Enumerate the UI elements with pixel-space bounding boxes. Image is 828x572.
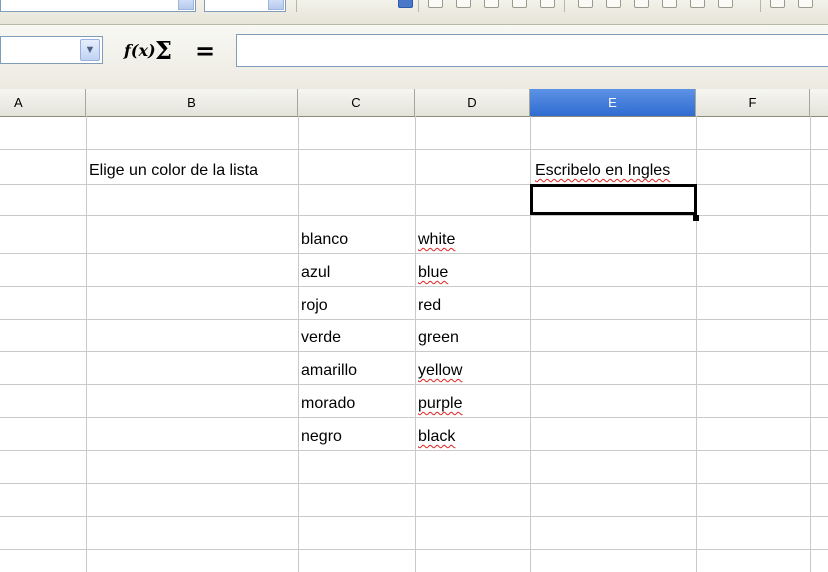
formula-input[interactable] — [236, 34, 828, 67]
grid-line — [0, 384, 828, 385]
equals-glyph: = — [195, 37, 216, 65]
formula-bar: ▼ f(x) Σ = — [0, 25, 828, 90]
function-wizard-glyph: f(x) — [124, 41, 156, 60]
grid-line — [0, 184, 828, 185]
sum-icon[interactable]: Σ — [155, 39, 172, 63]
cell-d6[interactable]: blue — [418, 263, 448, 283]
column-header-e[interactable]: E — [530, 89, 696, 116]
cell-c5[interactable]: blanco — [301, 230, 348, 250]
column-header-b[interactable]: B — [86, 89, 298, 116]
font-size-dropdown-button[interactable] — [268, 0, 284, 10]
font-name-dropdown-button[interactable] — [178, 0, 194, 10]
add-decimal-icon[interactable] — [662, 0, 677, 8]
function-wizard-icon[interactable]: f(x) — [124, 39, 156, 63]
cell-c10[interactable]: morado — [301, 394, 355, 414]
delete-decimal-icon[interactable] — [690, 0, 705, 8]
number-format-icon[interactable] — [634, 0, 649, 8]
grid-line — [0, 149, 828, 150]
indent-icon[interactable] — [718, 0, 733, 8]
fill-handle[interactable] — [693, 215, 699, 221]
column-header-label: D — [467, 95, 477, 110]
chevron-down-icon: ▼ — [84, 44, 96, 56]
column-header-f[interactable]: F — [696, 89, 810, 116]
cell-c11[interactable]: negro — [301, 427, 342, 447]
grid-line — [0, 516, 828, 517]
column-headers: A B C D E F — [0, 89, 828, 117]
column-header-label: F — [748, 95, 757, 110]
grid-line — [0, 286, 828, 287]
toolbar-separator — [296, 0, 297, 12]
cell-c7[interactable]: rojo — [301, 296, 328, 316]
grid-line — [0, 450, 828, 451]
bold-icon[interactable] — [398, 0, 413, 8]
cell-d5[interactable]: white — [418, 230, 455, 250]
font-name-combo[interactable] — [0, 0, 196, 12]
background-color-icon[interactable] — [798, 0, 813, 8]
grid-line — [0, 253, 828, 254]
cell-d8[interactable]: green — [418, 328, 459, 348]
align-center-icon[interactable] — [456, 0, 471, 8]
cell-c9[interactable]: amarillo — [301, 361, 357, 381]
percent-icon[interactable] — [606, 0, 621, 8]
cell-b3[interactable]: Elige un color de la lista — [89, 161, 258, 181]
align-left-icon[interactable] — [428, 0, 443, 8]
column-header-a[interactable]: A — [0, 89, 86, 116]
cell-d10[interactable]: purple — [418, 394, 462, 414]
column-header-d[interactable]: D — [415, 89, 530, 116]
grid-line — [0, 549, 828, 550]
spreadsheet-grid: A B C D E F Elige un color de la lista E… — [0, 89, 828, 572]
cell-e4-selected[interactable] — [530, 184, 697, 215]
cell-d7[interactable]: red — [418, 296, 441, 316]
column-header-label: A — [14, 95, 23, 110]
grid-line — [0, 215, 828, 216]
grid-line — [0, 319, 828, 320]
justify-icon[interactable] — [512, 0, 527, 8]
sum-glyph: Σ — [155, 36, 172, 65]
grid-line — [0, 351, 828, 352]
cell-d11[interactable]: black — [418, 427, 455, 447]
font-size-combo[interactable] — [204, 0, 286, 12]
toolbar-separator — [760, 0, 761, 12]
currency-icon[interactable] — [578, 0, 593, 8]
grid-line — [0, 483, 828, 484]
cell-d9[interactable]: yellow — [418, 361, 462, 381]
cell-c8[interactable]: verde — [301, 328, 341, 348]
column-header-label: B — [187, 95, 196, 110]
toolbar-separator — [418, 0, 419, 12]
column-header-c[interactable]: C — [298, 89, 415, 116]
column-header-label: C — [351, 95, 361, 110]
equals-icon[interactable]: = — [195, 39, 215, 63]
toolbar-separator — [564, 0, 565, 12]
name-box-dropdown-button[interactable]: ▼ — [80, 39, 100, 61]
align-right-icon[interactable] — [484, 0, 499, 8]
column-header-g[interactable] — [810, 89, 828, 116]
borders-icon[interactable] — [770, 0, 785, 8]
cell-c6[interactable]: azul — [301, 263, 330, 283]
grid-line — [0, 417, 828, 418]
column-header-label: E — [608, 95, 617, 110]
merge-cells-icon[interactable] — [540, 0, 555, 8]
cell-e3[interactable]: Escribelo en Ingles — [535, 161, 670, 181]
standard-toolbar — [0, 0, 828, 25]
